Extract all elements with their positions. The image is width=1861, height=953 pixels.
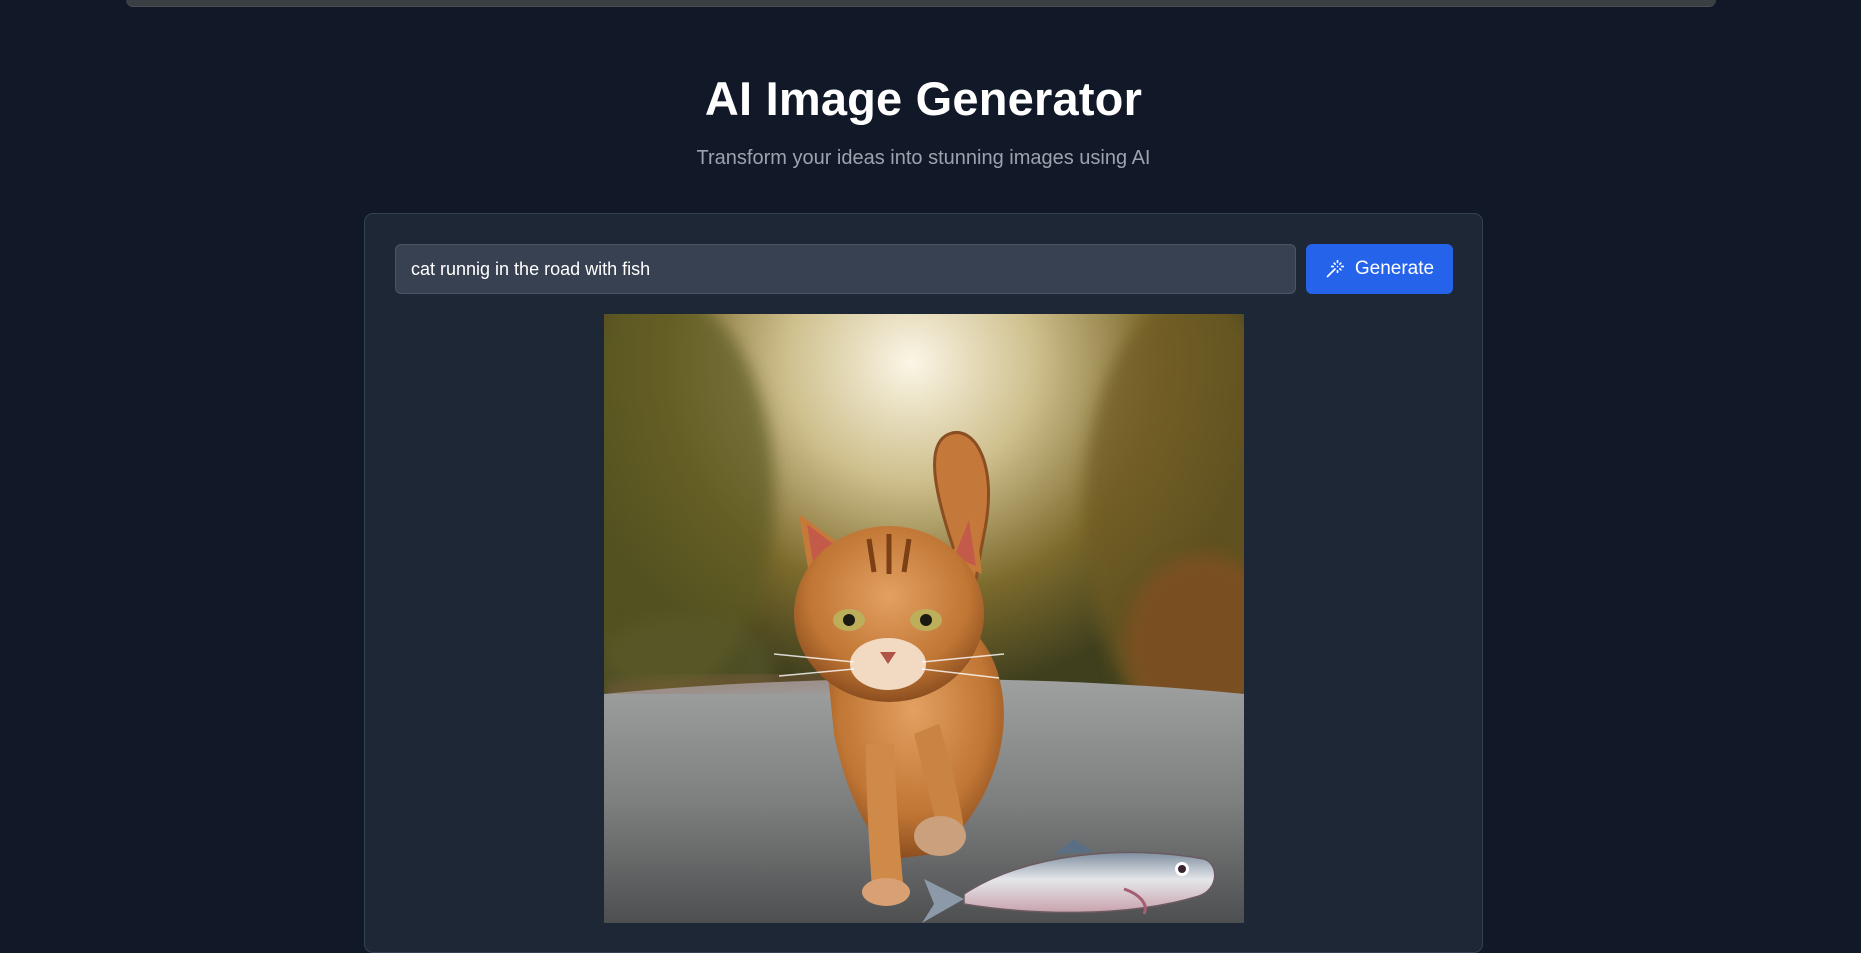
generated-image-art xyxy=(604,314,1244,923)
magic-wand-icon xyxy=(1325,259,1345,279)
generated-image xyxy=(604,314,1244,923)
page-subtitle: Transform your ideas into stunning image… xyxy=(696,147,1151,169)
generate-button[interactable]: Generate xyxy=(1306,244,1453,294)
browser-bar xyxy=(126,0,1716,7)
generate-button-label: Generate xyxy=(1354,258,1435,279)
page-title: AI Image Generator xyxy=(704,72,1143,125)
browser-chrome-strip xyxy=(0,0,1861,12)
prompt-input[interactable] xyxy=(395,244,1296,294)
